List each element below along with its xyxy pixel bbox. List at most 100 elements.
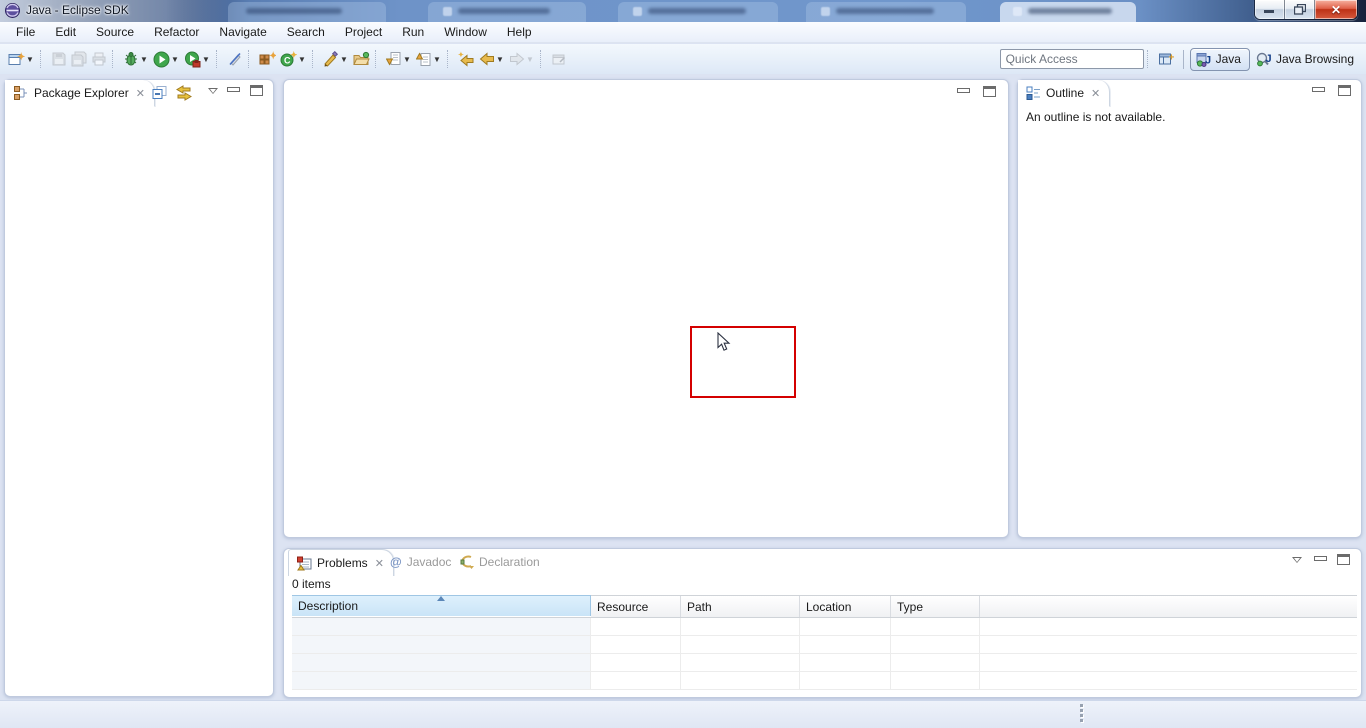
outline-icon: [1026, 86, 1041, 101]
maximize-view-button[interactable]: [250, 85, 263, 96]
restore-window-button[interactable]: [1285, 0, 1315, 19]
menu-file[interactable]: File: [6, 23, 45, 42]
back-dropdown[interactable]: ▼: [495, 55, 505, 64]
svg-text:✦: ✦: [458, 51, 464, 59]
menu-window[interactable]: Window: [434, 23, 497, 42]
print-button[interactable]: [89, 47, 109, 71]
problems-table: Description Resource Path Location Type: [292, 595, 1357, 690]
save-all-button[interactable]: [69, 47, 89, 71]
view-menu-icon[interactable]: [1292, 557, 1302, 563]
save-button[interactable]: [49, 47, 69, 71]
toggle-mark-occurrences-button[interactable]: [225, 47, 245, 71]
open-perspective-button[interactable]: +: [1156, 47, 1177, 71]
perspective-java-button[interactable]: J Java: [1190, 48, 1250, 71]
maximize-editor-button[interactable]: [983, 86, 996, 97]
outline-panel: Outline ✕ An outline is not available.: [1017, 79, 1362, 538]
perspective-java-browsing-button[interactable]: J Java Browsing: [1250, 51, 1360, 67]
next-annotation-dropdown[interactable]: ▼: [402, 55, 412, 64]
menu-project[interactable]: Project: [335, 23, 392, 42]
declaration-tab-label: Declaration: [479, 555, 540, 569]
forward-button[interactable]: ▼: [507, 47, 537, 71]
previous-annotation-button[interactable]: ▼: [414, 47, 444, 71]
next-annotation-button[interactable]: ▼: [384, 47, 414, 71]
table-row[interactable]: [292, 636, 1357, 654]
tab-package-explorer[interactable]: Package Explorer ✕: [5, 80, 155, 107]
table-row[interactable]: [292, 654, 1357, 672]
open-resource-button[interactable]: [351, 47, 372, 71]
new-java-class-dropdown[interactable]: ▼: [297, 55, 307, 64]
package-explorer-tab-label: Package Explorer: [34, 86, 129, 100]
debug-dropdown[interactable]: ▼: [139, 55, 149, 64]
window-titlebar[interactable]: Java - Eclipse SDK ✕: [0, 0, 1366, 23]
svg-text:✦: ✦: [290, 51, 297, 60]
menu-navigate[interactable]: Navigate: [209, 23, 276, 42]
restore-editor-button[interactable]: [549, 47, 569, 71]
tab-javadoc[interactable]: @ Javadoc: [384, 549, 457, 575]
declaration-icon: [460, 555, 474, 569]
column-header-path[interactable]: Path: [681, 596, 800, 617]
new-java-class-button[interactable]: C ✦ ▼: [278, 47, 309, 71]
tab-declaration[interactable]: Declaration: [454, 549, 546, 575]
column-header-location[interactable]: Location: [800, 596, 891, 617]
run-button[interactable]: ▼: [151, 47, 182, 71]
back-button[interactable]: ▼: [477, 47, 507, 71]
tab-problems[interactable]: Problems ✕: [288, 549, 394, 576]
table-row[interactable]: [292, 618, 1357, 636]
svg-text:J: J: [1265, 53, 1271, 65]
java-perspective-icon: J: [1196, 51, 1212, 67]
minimize-view-button[interactable]: [1314, 552, 1327, 561]
column-header-resource[interactable]: Resource: [591, 596, 681, 617]
toolbar-separator: [112, 50, 117, 68]
previous-annotation-dropdown[interactable]: ▼: [432, 55, 442, 64]
maximize-view-button[interactable]: [1338, 85, 1351, 96]
svg-text:✦: ✦: [17, 52, 25, 63]
new-wizard-dropdown[interactable]: ▼: [25, 55, 35, 64]
menu-run[interactable]: Run: [392, 23, 434, 42]
close-package-explorer-icon[interactable]: ✕: [136, 87, 145, 100]
debug-button[interactable]: ▼: [121, 47, 151, 71]
maximize-view-button[interactable]: [1337, 554, 1350, 565]
external-tools-dropdown[interactable]: ▼: [201, 55, 211, 64]
tab-outline[interactable]: Outline ✕: [1018, 80, 1110, 107]
editor-area-panel[interactable]: [283, 79, 1009, 538]
last-edit-location-button[interactable]: ✦: [456, 47, 477, 71]
table-row[interactable]: [292, 672, 1357, 690]
open-task-dropdown[interactable]: ▼: [339, 55, 349, 64]
view-menu-icon[interactable]: [208, 88, 218, 94]
new-java-project-button[interactable]: ✦: [257, 47, 278, 71]
package-explorer-panel: Package Explorer ✕: [4, 79, 274, 697]
collapse-all-button[interactable]: [151, 85, 168, 101]
close-outline-icon[interactable]: ✕: [1091, 87, 1100, 100]
column-header-type[interactable]: Type: [891, 596, 980, 617]
quick-access-input[interactable]: [1000, 49, 1144, 69]
close-window-button[interactable]: ✕: [1315, 0, 1357, 19]
open-task-button[interactable]: ▼: [321, 47, 351, 71]
red-selection-rectangle: [690, 326, 796, 398]
package-explorer-icon: [13, 85, 29, 101]
menu-search[interactable]: Search: [277, 23, 335, 42]
java-browsing-icon: J: [1256, 51, 1272, 67]
new-wizard-button[interactable]: ✦ ▼: [6, 47, 37, 71]
run-external-tools-button[interactable]: ▼: [182, 47, 213, 71]
column-header-description[interactable]: Description: [292, 595, 591, 616]
minimize-editor-button[interactable]: [957, 84, 970, 93]
menu-edit[interactable]: Edit: [45, 23, 86, 42]
status-drag-handle[interactable]: [1080, 704, 1083, 722]
link-with-editor-button[interactable]: [175, 85, 193, 101]
menu-bar: File Edit Source Refactor Navigate Searc…: [0, 22, 1366, 43]
run-dropdown[interactable]: ▼: [170, 55, 180, 64]
menu-source[interactable]: Source: [86, 23, 144, 42]
close-problems-icon[interactable]: ✕: [375, 557, 384, 570]
forward-dropdown[interactable]: ▼: [525, 55, 535, 64]
minimize-view-button[interactable]: [227, 83, 240, 92]
window-title: Java - Eclipse SDK: [26, 3, 129, 17]
perspective-separator: [1183, 50, 1184, 69]
menu-refactor[interactable]: Refactor: [144, 23, 209, 42]
column-header-filler: [980, 596, 1357, 617]
minimize-view-button[interactable]: [1312, 83, 1325, 92]
menu-help[interactable]: Help: [497, 23, 542, 42]
problems-tab-label: Problems: [317, 556, 368, 570]
sort-ascending-icon: [437, 596, 445, 601]
minimize-window-button[interactable]: [1255, 0, 1285, 19]
svg-text:✦: ✦: [269, 51, 276, 62]
